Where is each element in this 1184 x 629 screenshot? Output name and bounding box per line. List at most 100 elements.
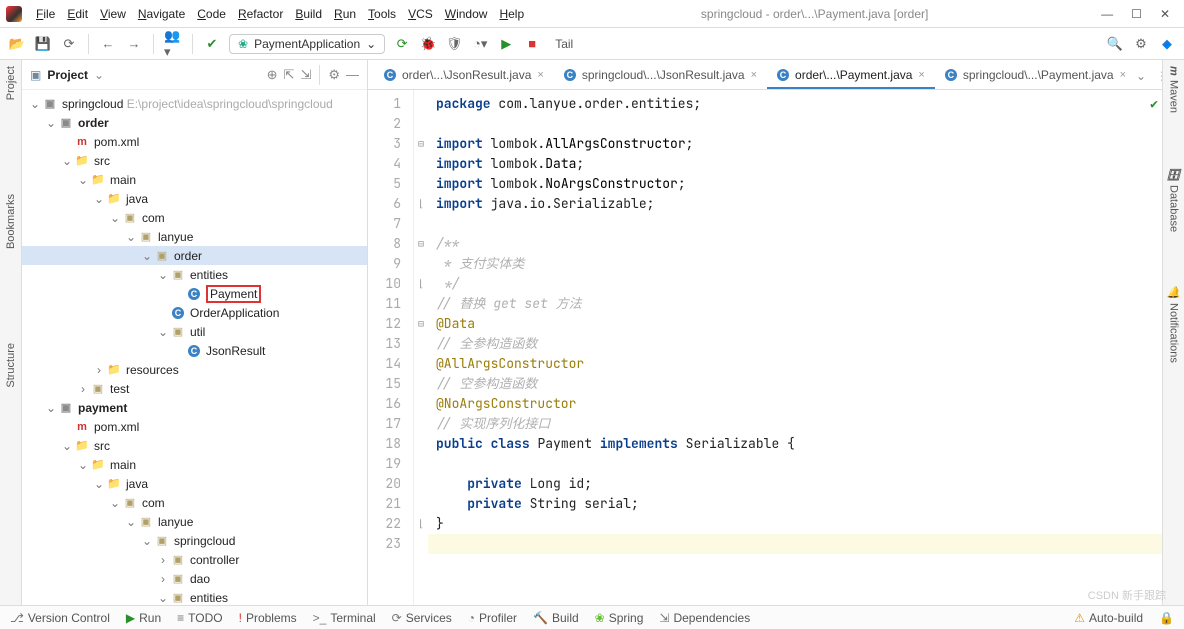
source-code[interactable]: package com.lanyue.order.entities; impor… — [428, 90, 1162, 605]
tree-node-main[interactable]: ⌄📁main — [22, 455, 367, 474]
tree-node-com[interactable]: ⌄▣com — [22, 208, 367, 227]
tab-springcloudjsonresultjava[interactable]: Cspringcloud\...\JsonResult.java× — [554, 63, 767, 89]
tree-node-test[interactable]: ›▣test — [22, 379, 367, 398]
gutter-marks[interactable]: ⊟⌊⊟⌊⊟⌊ — [414, 90, 428, 605]
tree-node-pomxml[interactable]: mpom.xml — [22, 417, 367, 436]
save-icon[interactable]: 💾 — [34, 35, 52, 53]
tool-maven[interactable]: mMaven — [1168, 66, 1180, 113]
tool-bookmarks[interactable]: Bookmarks — [5, 194, 17, 249]
status-todo[interactable]: ≡TODO — [177, 611, 222, 625]
status-profiler[interactable]: ◔Profiler — [468, 611, 517, 625]
status-dependencies[interactable]: ⇲Dependencies — [659, 611, 750, 625]
profile-icon[interactable]: ◔▾ — [471, 35, 489, 53]
tool-database[interactable]: 🗄Database — [1167, 167, 1180, 232]
status-terminal[interactable]: >_Terminal — [313, 611, 376, 625]
tree-node-src[interactable]: ⌄📁src — [22, 436, 367, 455]
menu-refactor[interactable]: Refactor — [234, 5, 287, 23]
stop-icon[interactable]: ■ — [523, 35, 541, 53]
sync-icon[interactable]: ⟳ — [60, 35, 78, 53]
menu-file[interactable]: File — [32, 5, 59, 23]
build-icon[interactable]: ⟳ — [393, 35, 411, 53]
menu-help[interactable]: Help — [495, 5, 528, 23]
project-tree[interactable]: ⌄▣springcloud E:\project\idea\springclou… — [22, 90, 367, 605]
jetbrains-icon[interactable]: ◆ — [1158, 35, 1176, 53]
tree-node-springcloud[interactable]: ⌄▣springcloud — [22, 531, 367, 550]
tool-project[interactable]: Project — [5, 66, 17, 100]
run-config-label: PaymentApplication — [254, 37, 360, 51]
tabs-dropdown-icon[interactable]: ⌄ — [1136, 69, 1146, 83]
status-spring[interactable]: ❀Spring — [595, 611, 644, 625]
tree-node-com[interactable]: ⌄▣com — [22, 493, 367, 512]
close-icon[interactable]: ✕ — [1160, 7, 1170, 21]
coverage-icon[interactable]: 🛡 — [445, 35, 463, 53]
back-icon[interactable]: ← — [99, 35, 117, 53]
tree-node-lanyue[interactable]: ⌄▣lanyue — [22, 512, 367, 531]
maximize-icon[interactable]: ☐ — [1131, 7, 1142, 21]
search-icon[interactable]: 🔍 — [1106, 35, 1124, 53]
menu-tools[interactable]: Tools — [364, 5, 400, 23]
close-tab-icon[interactable]: × — [751, 69, 757, 81]
status-problems[interactable]: !Problems — [239, 611, 297, 625]
tab-orderpaymentjava[interactable]: Corder\...\Payment.java× — [767, 63, 935, 89]
menu-vcs[interactable]: VCS — [404, 5, 437, 23]
check-icon[interactable]: ✔ — [203, 35, 221, 53]
tree-node-orderapplication[interactable]: COrderApplication — [22, 303, 367, 322]
tree-node-src[interactable]: ⌄📁src — [22, 151, 367, 170]
tree-node-controller[interactable]: ›▣controller — [22, 550, 367, 569]
users-icon[interactable]: 👥▾ — [164, 35, 182, 53]
lock-icon[interactable]: 🔒 — [1159, 611, 1174, 625]
code-editor[interactable]: 1234567891011121314151617181920212223 ⊟⌊… — [368, 90, 1162, 605]
tab-orderjsonresultjava[interactable]: Corder\...\JsonResult.java× — [374, 63, 554, 89]
tree-node-payment[interactable]: ⌄▣payment — [22, 398, 367, 417]
tree-node-dao[interactable]: ›▣dao — [22, 569, 367, 588]
tree-node-payment[interactable]: CPayment — [22, 284, 367, 303]
close-tab-icon[interactable]: × — [918, 69, 924, 81]
close-tab-icon[interactable]: × — [1120, 69, 1126, 81]
tail-label[interactable]: Tail — [555, 37, 573, 51]
tree-node-lanyue[interactable]: ⌄▣lanyue — [22, 227, 367, 246]
gear-icon[interactable]: ⚙ — [328, 67, 340, 83]
open-icon[interactable]: 📂 — [8, 35, 26, 53]
tree-node-util[interactable]: ⌄▣util — [22, 322, 367, 341]
menu-window[interactable]: Window — [441, 5, 492, 23]
menu-build[interactable]: Build — [291, 5, 326, 23]
tab-springcloudpaymentjava[interactable]: Cspringcloud\...\Payment.java× — [935, 63, 1136, 89]
settings-icon[interactable]: ⚙ — [1132, 35, 1150, 53]
menu-edit[interactable]: Edit — [63, 5, 92, 23]
close-tab-icon[interactable]: × — [537, 69, 543, 81]
tree-node-jsonresult[interactable]: CJsonResult — [22, 341, 367, 360]
menu-navigate[interactable]: Navigate — [134, 5, 189, 23]
menu-run[interactable]: Run — [330, 5, 360, 23]
auto-build-toggle[interactable]: ⚠Auto-build — [1074, 611, 1143, 625]
status-build[interactable]: 🔨Build — [533, 611, 579, 625]
status-services[interactable]: ⟳Services — [392, 611, 452, 625]
tree-node-entities[interactable]: ⌄▣entities — [22, 265, 367, 284]
tree-node-java[interactable]: ⌄📁java — [22, 189, 367, 208]
collapse-icon[interactable]: ⇲ — [300, 67, 311, 83]
tree-node-order[interactable]: ⌄▣order — [22, 113, 367, 132]
tool-structure[interactable]: Structure — [5, 343, 17, 388]
tree-node-java[interactable]: ⌄📁java — [22, 474, 367, 493]
locate-icon[interactable]: ⊕ — [267, 67, 278, 83]
menu-code[interactable]: Code — [193, 5, 230, 23]
chevron-down-icon[interactable]: ⌄ — [94, 68, 104, 82]
debug-icon[interactable]: 🐞 — [419, 35, 437, 53]
tree-node-pomxml[interactable]: mpom.xml — [22, 132, 367, 151]
expand-icon[interactable]: ⇱ — [284, 67, 295, 83]
tree-node-resources[interactable]: ›📁resources — [22, 360, 367, 379]
menu-view[interactable]: View — [96, 5, 130, 23]
hide-icon[interactable]: — — [346, 67, 359, 82]
status-versioncontrol[interactable]: ⎇Version Control — [10, 611, 110, 625]
forward-icon[interactable]: → — [125, 35, 143, 53]
main-menu[interactable]: FileEditViewNavigateCodeRefactorBuildRun… — [32, 5, 528, 23]
tree-node-entities[interactable]: ⌄▣entities — [22, 588, 367, 605]
tool-notifications[interactable]: 🔔Notifications — [1167, 286, 1180, 363]
tree-node-main[interactable]: ⌄📁main — [22, 170, 367, 189]
minimize-icon[interactable]: — — [1101, 7, 1113, 21]
run-icon[interactable]: ▶ — [497, 35, 515, 53]
inspection-ok-icon[interactable]: ✔ — [1150, 94, 1158, 114]
status-run[interactable]: ▶Run — [126, 611, 161, 625]
run-config-selector[interactable]: ❀ PaymentApplication ⌄ — [229, 34, 385, 54]
tree-node-springcloud[interactable]: ⌄▣springcloud E:\project\idea\springclou… — [22, 94, 367, 113]
tree-node-order[interactable]: ⌄▣order — [22, 246, 367, 265]
